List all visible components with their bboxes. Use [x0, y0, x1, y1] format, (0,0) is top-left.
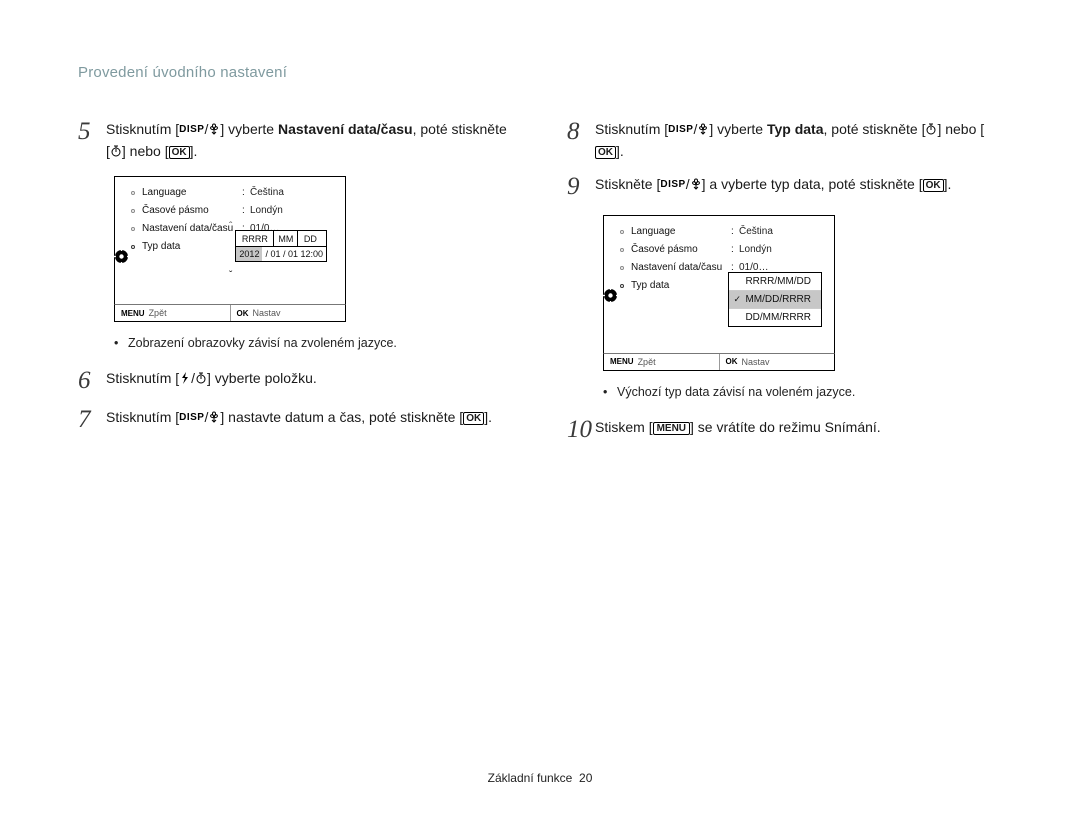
step-number: 5 [78, 119, 106, 145]
menu-key-icon: MENU [121, 309, 145, 318]
page-footer: Základní funkce 20 [0, 771, 1080, 785]
step8-tail: , poté stiskněte [824, 121, 922, 137]
gear-icon [114, 249, 129, 264]
camera-display-datetime: Language:Čeština Časové pásmo:Londýn Nas… [114, 176, 346, 322]
macro-icon [208, 123, 220, 135]
macro-icon [208, 411, 220, 423]
ok-icon: OK [169, 146, 190, 159]
step5-mid: vyberte [224, 121, 278, 137]
macro-icon [690, 178, 702, 190]
datatype-option-b-selected: ✓MM/DD/RRRR [729, 291, 821, 309]
arrow-down-icon: ˇ [229, 270, 232, 281]
menu-row-language: Language:Čeština [121, 187, 339, 199]
step5-bold: Nastavení data/času [278, 121, 413, 137]
disp-icon: DISP [179, 122, 204, 138]
macro-icon [697, 123, 709, 135]
display-footer: MENU Zpět OK Nastav [114, 304, 346, 322]
menu-key-icon: MENU [610, 357, 634, 366]
menu-row-timezone: Časové pásmo:Londýn [610, 244, 828, 256]
disp-icon: DISP [660, 177, 685, 193]
datatype-popup: RRRR/MM/DD ✓MM/DD/RRRR DD/MM/RRRR [728, 272, 822, 327]
camera-display-datatype: Language:Čeština Časové pásmo:Londýn Nas… [603, 215, 835, 371]
ok-icon: OK [595, 146, 616, 159]
datatype-option-c: DD/MM/RRRR [729, 309, 821, 326]
gear-icon [603, 288, 618, 303]
col-year: RRRR [236, 231, 274, 246]
step-number: 7 [78, 407, 106, 433]
timer-icon [195, 372, 207, 384]
step9-mid: a vyberte typ data, poté stiskněte [706, 176, 919, 192]
footer-set: Nastav [742, 357, 770, 367]
ok-icon: OK [463, 412, 484, 425]
step7-end: . [488, 409, 492, 425]
datatype-option-a: RRRR/MM/DD [729, 273, 821, 291]
col-month: MM [274, 231, 298, 246]
note-bullet-2: •Výchozí typ data závisí na voleném jazy… [603, 385, 1002, 399]
left-column: 5 Stisknutím [DISP/] vyberte Nastavení d… [78, 119, 513, 455]
step5-tail: , poté stiskněte [413, 121, 507, 137]
step9-end: . [948, 176, 952, 192]
timer-icon [110, 145, 122, 157]
year-selected: 2012 [236, 247, 262, 261]
step-5: 5 Stisknutím [DISP/] vyberte Nastavení d… [78, 119, 513, 162]
datetime-rest: / 01 / 01 12:00 [262, 247, 326, 261]
step8-or: nebo [941, 121, 980, 137]
datetime-edit-box: RRRR MM DD 2012 / 01 / 01 12:00 [235, 230, 327, 262]
ok-key-icon: OK [726, 357, 738, 366]
arrow-up-icon: ˆ [229, 221, 232, 232]
step5-end: . [194, 143, 198, 159]
timer-icon [925, 123, 937, 135]
step-7: 7 Stisknutím [DISP/] nastavte datum a ča… [78, 407, 513, 433]
step-number: 10 [567, 417, 595, 443]
step7-mid: nastavte datum a čas, poté stiskněte [224, 409, 459, 425]
step-9: 9 Stiskněte [DISP/] a vyberte typ data, … [567, 174, 1002, 200]
step-number: 6 [78, 368, 106, 394]
footer-set: Nastav [253, 308, 281, 318]
step8-pre: Stisknutím [595, 121, 664, 137]
step6-pre: Stisknutím [106, 370, 175, 386]
footer-back: Zpět [149, 308, 167, 318]
step5-pre: Stisknutím [106, 121, 175, 137]
step-number: 9 [567, 174, 595, 200]
step5-or: nebo [126, 143, 165, 159]
step-8: 8 Stisknutím [DISP/] vyberte Typ data, p… [567, 119, 1002, 162]
section-header: Provedení úvodního nastavení [78, 64, 1002, 81]
ok-icon: OK [923, 179, 944, 192]
step6-tail: vyberte položku. [211, 370, 317, 386]
step8-mid: vyberte [713, 121, 767, 137]
note-bullet-1: •Zobrazení obrazovky závisí na zvoleném … [114, 336, 513, 350]
ok-key-icon: OK [237, 309, 249, 318]
step-number: 8 [567, 119, 595, 145]
check-icon: ✓ [733, 294, 741, 305]
col-day: DD [298, 231, 322, 246]
disp-icon: DISP [179, 410, 204, 426]
menu-row-timezone: Časové pásmo:Londýn [121, 205, 339, 217]
step7-pre: Stisknutím [106, 409, 175, 425]
step10-tail: se vrátíte do režimu Snímání. [694, 419, 881, 435]
display-footer: MENU Zpět OK Nastav [603, 353, 835, 371]
menu-row-language: Language:Čeština [610, 226, 828, 238]
step-6: 6 Stisknutím [/] vyberte položku. [78, 368, 513, 394]
footer-back: Zpět [638, 357, 656, 367]
step9-pre: Stiskněte [595, 176, 656, 192]
step8-end: . [620, 143, 624, 159]
right-column: 8 Stisknutím [DISP/] vyberte Typ data, p… [567, 119, 1002, 455]
step8-bold: Typ data [767, 121, 824, 137]
flash-icon [179, 372, 191, 384]
disp-icon: DISP [668, 122, 693, 138]
menu-icon: MENU [653, 422, 690, 435]
step-10: 10 Stiskem [MENU] se vrátíte do režimu S… [567, 417, 1002, 443]
step10-pre: Stiskem [595, 419, 649, 435]
